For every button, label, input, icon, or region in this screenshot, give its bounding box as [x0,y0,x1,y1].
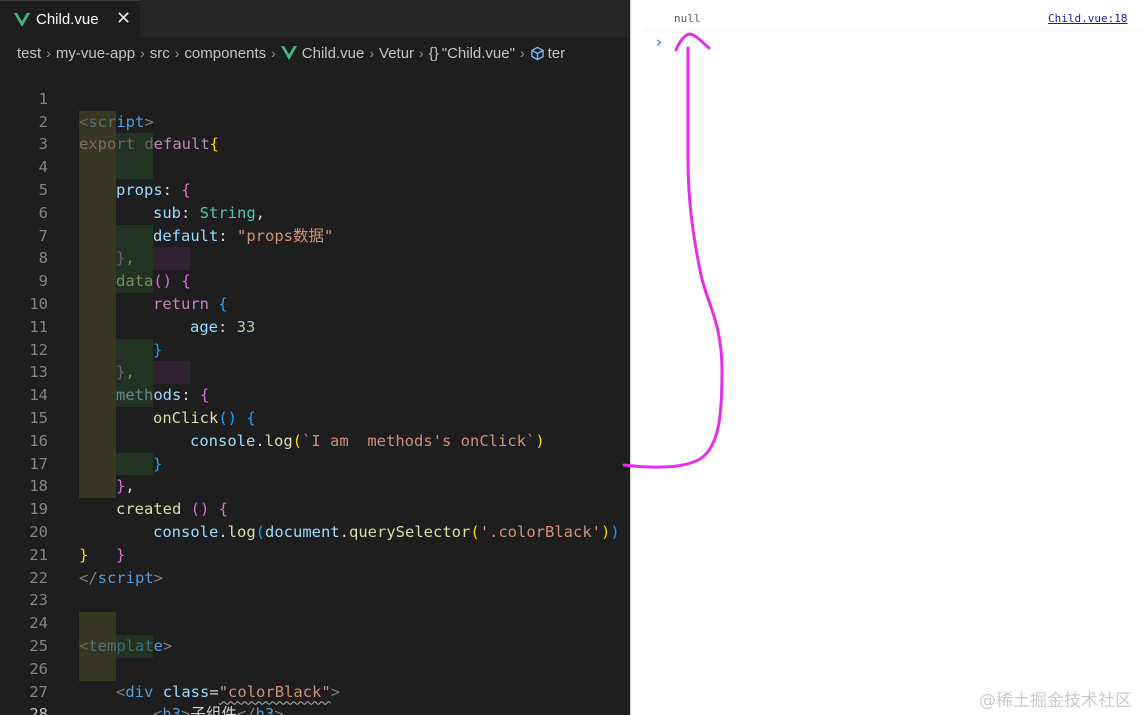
code-line: 29 [0,703,630,715]
breadcrumb-item-template[interactable]: ter [548,45,566,62]
code-line: 24 <template> [0,589,630,655]
console-divider [645,30,1144,31]
console-log-output: null [674,12,701,25]
breadcrumb-item-child-vue[interactable]: Child.vue [280,44,365,62]
indent-guide [116,156,153,179]
cube-icon [530,46,544,60]
code-line: 11 }, [0,292,630,381]
code-line: 4 sub: String, [0,133,630,222]
indent-guide [79,475,116,499]
code-line: 15 } [0,384,630,473]
indent-guide [79,201,116,225]
breadcrumb-item-vetur[interactable]: Vetur [379,45,414,62]
code-line: 12 methods: { [0,315,630,404]
chevron-right-icon: › [271,45,276,61]
code-line: 25 <div class="colorBlack"> [0,612,630,701]
indent-guide [116,384,153,407]
indent-guide [116,133,153,157]
indent-guide [116,224,153,248]
tab-bar: Child.vue ✕ [0,0,630,38]
code-line: 6 }, [0,178,630,267]
indent-guide [79,338,116,362]
code-line: 5 default: "props数据" [0,156,630,245]
code-line: 9 age: 33 [0,247,630,336]
indent-guide [79,178,116,202]
indent-guide [79,315,116,339]
breadcrumb-label: Child.vue [301,44,365,62]
code-area[interactable]: 1 <script> 2 export default{ 3 props: { … [0,65,630,715]
indent-guide [116,247,153,271]
code-line: 22 [0,544,630,587]
breadcrumb-item-src[interactable]: src [150,45,170,62]
indent-guide [116,452,153,476]
code-line: 14 console.log(`I am methods's onClick`) [0,361,630,450]
indent-guide [79,634,116,658]
code-line: 10 } [0,270,630,359]
chevron-right-icon: › [519,45,525,61]
indent-guide [79,361,116,385]
code-line: 26 <h3>子组件</h3> [0,634,630,715]
indent-guide [79,247,116,271]
breadcrumb-item-components[interactable]: components [184,45,266,62]
code-line: 3 props: { [0,110,630,199]
tab-child-vue[interactable]: Child.vue ✕ [0,0,140,38]
code-editor[interactable]: Child.vue ✕ test › my-vue-app › src › co… [0,0,631,715]
console-prompt-chevron-icon[interactable]: › [656,33,662,51]
watermark: @稀土掘金技术社区 [979,691,1132,711]
code-line: 1 <script> [0,65,630,131]
breadcrumb-item-child-vue-string[interactable]: "Child.vue" [442,45,515,62]
code-line: 8 return { [0,224,630,313]
chevron-right-icon: › [46,45,51,61]
indent-guide [153,361,190,385]
indent-guide [153,247,190,271]
code-line: 21 </script> [0,521,630,587]
braces-icon: {} [428,44,439,62]
indent-guide [79,406,116,430]
indent-guide [79,224,116,248]
indent-guide [79,384,116,407]
code-line-active: 28 </template> [0,681,630,715]
indent-guide [116,270,153,293]
indent-guide [79,270,116,293]
chevron-right-icon: › [369,45,375,61]
code-line: 18 console.log(document.querySelector('.… [0,452,630,541]
chevron-right-icon: › [140,45,145,61]
code-line: 13 onClick() { [0,338,630,427]
code-line: 23 [0,567,630,609]
vue-file-icon [14,12,30,27]
code-line: 17 created () { [0,429,630,518]
indent-guide [79,156,116,179]
indent-guide [79,110,116,134]
indent-guide [79,429,116,453]
breadcrumb: test › my-vue-app › src › components › C… [0,40,630,66]
close-icon[interactable]: ✕ [116,9,131,29]
indent-guide [79,452,116,476]
indent-guide [116,634,153,658]
code-line: 27 </div> [0,657,630,701]
console-source-link[interactable]: Child.vue:18 [1048,12,1127,25]
indent-guide [79,612,116,635]
breadcrumb-item-test[interactable]: test [17,45,41,62]
chevron-right-icon: › [174,45,180,61]
breadcrumb-item-my-vue-app[interactable]: my-vue-app [56,45,135,62]
chevron-right-icon: › [419,45,424,61]
code-line: 20 } [0,498,630,564]
code-line: 19 } [0,475,630,564]
code-line: 16 }, [0,406,630,495]
indent-guide [79,292,116,316]
vue-file-icon [280,46,297,60]
indent-guide [116,361,153,385]
indent-guide [79,657,116,681]
code-line: 2 export default{ [0,88,630,154]
devtools-console[interactable]: null Child.vue:18 › [645,0,1144,715]
indent-guide [79,133,116,157]
code-line: 7 data() { [0,201,630,290]
indent-guide [116,338,153,362]
tab-label: Child.vue [36,11,99,28]
